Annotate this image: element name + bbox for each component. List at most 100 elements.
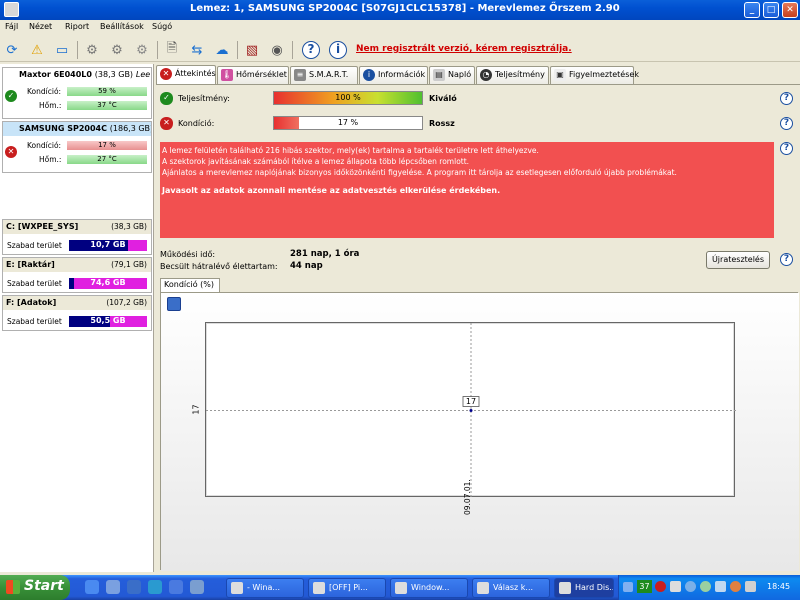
window-icon[interactable]: ▭ <box>52 40 72 60</box>
quicklaunch-icon[interactable] <box>148 580 162 594</box>
tab-performance[interactable]: ◔ Teljesítmény <box>476 66 549 84</box>
free-space-bar: 50,5 GB <box>69 316 147 327</box>
data-label: 17 <box>466 397 476 406</box>
disk-tool2-icon[interactable]: ⚙ <box>107 40 127 60</box>
register-link[interactable]: Nem regisztrált verzió, kérem regisztrál… <box>356 44 572 54</box>
network-icon[interactable]: ☁ <box>212 40 232 60</box>
error-icon: ✕ <box>160 68 172 80</box>
clock[interactable]: 18:45 <box>767 582 790 591</box>
menu-help[interactable]: Súgó <box>152 22 172 31</box>
taskbar: Start - Wina... [OFF] Pi... Window... Vá… <box>0 575 800 600</box>
quicklaunch-icon[interactable] <box>85 580 99 594</box>
quicklaunch-icon[interactable] <box>127 580 141 594</box>
speaker-icon[interactable] <box>745 581 756 592</box>
performance-value: 100 % <box>335 93 361 102</box>
disk-item-maxtor[interactable]: Maxtor 6E040L0 (38,3 GB) Lee ✓ Kondíció:… <box>2 67 152 119</box>
task-icon <box>477 582 489 594</box>
maximize-button[interactable]: □ <box>763 2 779 18</box>
sound-icon[interactable]: ◉ <box>267 40 287 60</box>
disk-item-samsung[interactable]: SAMSUNG SP2004C (186,3 GB) ✕ Kondíció: 1… <box>2 121 152 173</box>
disk-tool3-icon[interactable]: ⚙ <box>132 40 152 60</box>
partition-item-f[interactable]: F: [Adatok] (107,2 GB) Szabad terület 50,… <box>2 295 152 331</box>
sync-icon[interactable]: ⇆ <box>187 40 207 60</box>
document-icon[interactable]: 🗎 <box>162 40 182 60</box>
status-ok-icon: ✓ <box>5 90 17 102</box>
disk-tool-icon[interactable]: ⚙ <box>82 40 102 60</box>
menu-settings[interactable]: Beállítások <box>100 22 144 31</box>
task-button[interactable]: Válasz k... <box>472 578 550 598</box>
warning-icon[interactable]: ⚠ <box>27 40 47 60</box>
monitor-off-icon[interactable]: ▧ <box>242 40 262 60</box>
free-space-bar: 10,7 GB <box>69 240 147 251</box>
tray-temp-badge[interactable]: 37 <box>637 580 652 593</box>
tab-smart[interactable]: ≡ S.M.A.R.T. <box>290 66 358 84</box>
window-title: Lemez: 1, SAMSUNG SP2004C [S07GJ1CLC1537… <box>190 3 620 14</box>
help-icon[interactable]: ? <box>780 253 793 266</box>
menu-view[interactable]: Nézet <box>29 22 52 31</box>
tab-overview[interactable]: ✕ Áttekintés <box>156 65 216 84</box>
tab-temperature[interactable]: 🌡 Hőmérséklet <box>217 66 289 84</box>
quicklaunch-icon[interactable] <box>169 580 183 594</box>
minimize-button[interactable]: _ <box>744 2 760 18</box>
tray-icon[interactable] <box>670 581 681 592</box>
retest-button[interactable]: Újratesztelés <box>706 251 770 269</box>
condition-bar: 17 % <box>67 141 147 150</box>
tray-icon[interactable] <box>715 581 726 592</box>
task-label: [OFF] Pi... <box>329 583 368 592</box>
tab-bar: ✕ Áttekintés 🌡 Hőmérséklet ≡ S.M.A.R.T. i In… <box>156 65 800 84</box>
task-button-active[interactable]: Hard Dis... <box>554 578 614 598</box>
free-label: Szabad terület <box>7 241 62 250</box>
condition-bar: 59 % <box>67 87 147 96</box>
partition-name: C: [WXPEE_SYS] <box>6 222 79 231</box>
save-icon[interactable] <box>167 297 181 311</box>
tray-icon[interactable] <box>730 581 741 592</box>
partition-item-e[interactable]: E: [Raktár] (79,1 GB) Szabad terület 74,6… <box>2 257 152 293</box>
task-button[interactable]: Window... <box>390 578 468 598</box>
task-button[interactable]: - Wina... <box>226 578 304 598</box>
partition-item-c[interactable]: C: [WXPEE_SYS] (38,3 GB) Szabad terület 1… <box>2 219 152 255</box>
tab-log[interactable]: ▤ Napló <box>429 66 475 84</box>
disk-title: Maxtor 6E040L0 (38,3 GB) Lee <box>3 68 151 82</box>
condition-rating: Rossz <box>429 119 455 128</box>
log-icon: ▤ <box>433 69 445 81</box>
help-icon[interactable]: ? <box>301 40 321 60</box>
disk-title: SAMSUNG SP2004C (186,3 GB) <box>3 122 151 136</box>
close-button[interactable]: ✕ <box>782 2 798 18</box>
help-icon[interactable]: ? <box>780 142 793 155</box>
start-label: Start <box>24 578 64 594</box>
disk-extra: Lee <box>135 70 151 79</box>
tab-label: Figyelmeztetések <box>569 70 639 79</box>
chart-tab[interactable]: Kondíció (%) <box>160 278 220 292</box>
tab-information[interactable]: i Információk <box>359 66 428 84</box>
free-space-value: 10,7 GB <box>90 240 126 249</box>
temp-label: Hőm.: <box>39 155 62 164</box>
tab-warnings[interactable]: ▣ Figyelmeztetések <box>550 66 639 84</box>
tab-label: Információk <box>378 70 426 79</box>
tray-icon[interactable] <box>623 582 633 592</box>
system-tray: 37 18:45 <box>618 575 800 600</box>
menu-file[interactable]: Fájl <box>5 22 18 31</box>
tab-label: S.M.A.R.T. <box>309 70 349 79</box>
menu-report[interactable]: Riport <box>65 22 89 31</box>
info-icon[interactable]: i <box>328 40 348 60</box>
tray-icon[interactable] <box>685 581 696 592</box>
windows-logo-icon <box>6 580 20 594</box>
refresh-icon[interactable]: ⟳ <box>2 40 22 60</box>
title-bar[interactable]: Lemez: 1, SAMSUNG SP2004C [S07GJ1CLC1537… <box>0 0 800 20</box>
quicklaunch-icon[interactable] <box>190 580 204 594</box>
temp-label: Hőm.: <box>39 101 62 110</box>
help-icon[interactable]: ? <box>780 117 793 130</box>
app-icon[interactable] <box>4 2 19 17</box>
tab-label: Napló <box>448 70 472 79</box>
quicklaunch-icon[interactable] <box>106 580 120 594</box>
free-space-value: 50,5 GB <box>90 316 126 325</box>
tray-icon[interactable] <box>655 581 666 592</box>
partition-name: F: [Adatok] <box>6 298 57 307</box>
tab-label: Teljesítmény <box>495 70 545 79</box>
start-button[interactable]: Start <box>0 575 70 600</box>
tray-icon[interactable] <box>700 581 711 592</box>
task-button[interactable]: [OFF] Pi... <box>308 578 386 598</box>
help-icon[interactable]: ? <box>780 92 793 105</box>
chart-panel: 17 17 09.07.01. <box>160 292 799 571</box>
alert-line: A lemez felületén található 216 hibás sz… <box>162 146 539 155</box>
